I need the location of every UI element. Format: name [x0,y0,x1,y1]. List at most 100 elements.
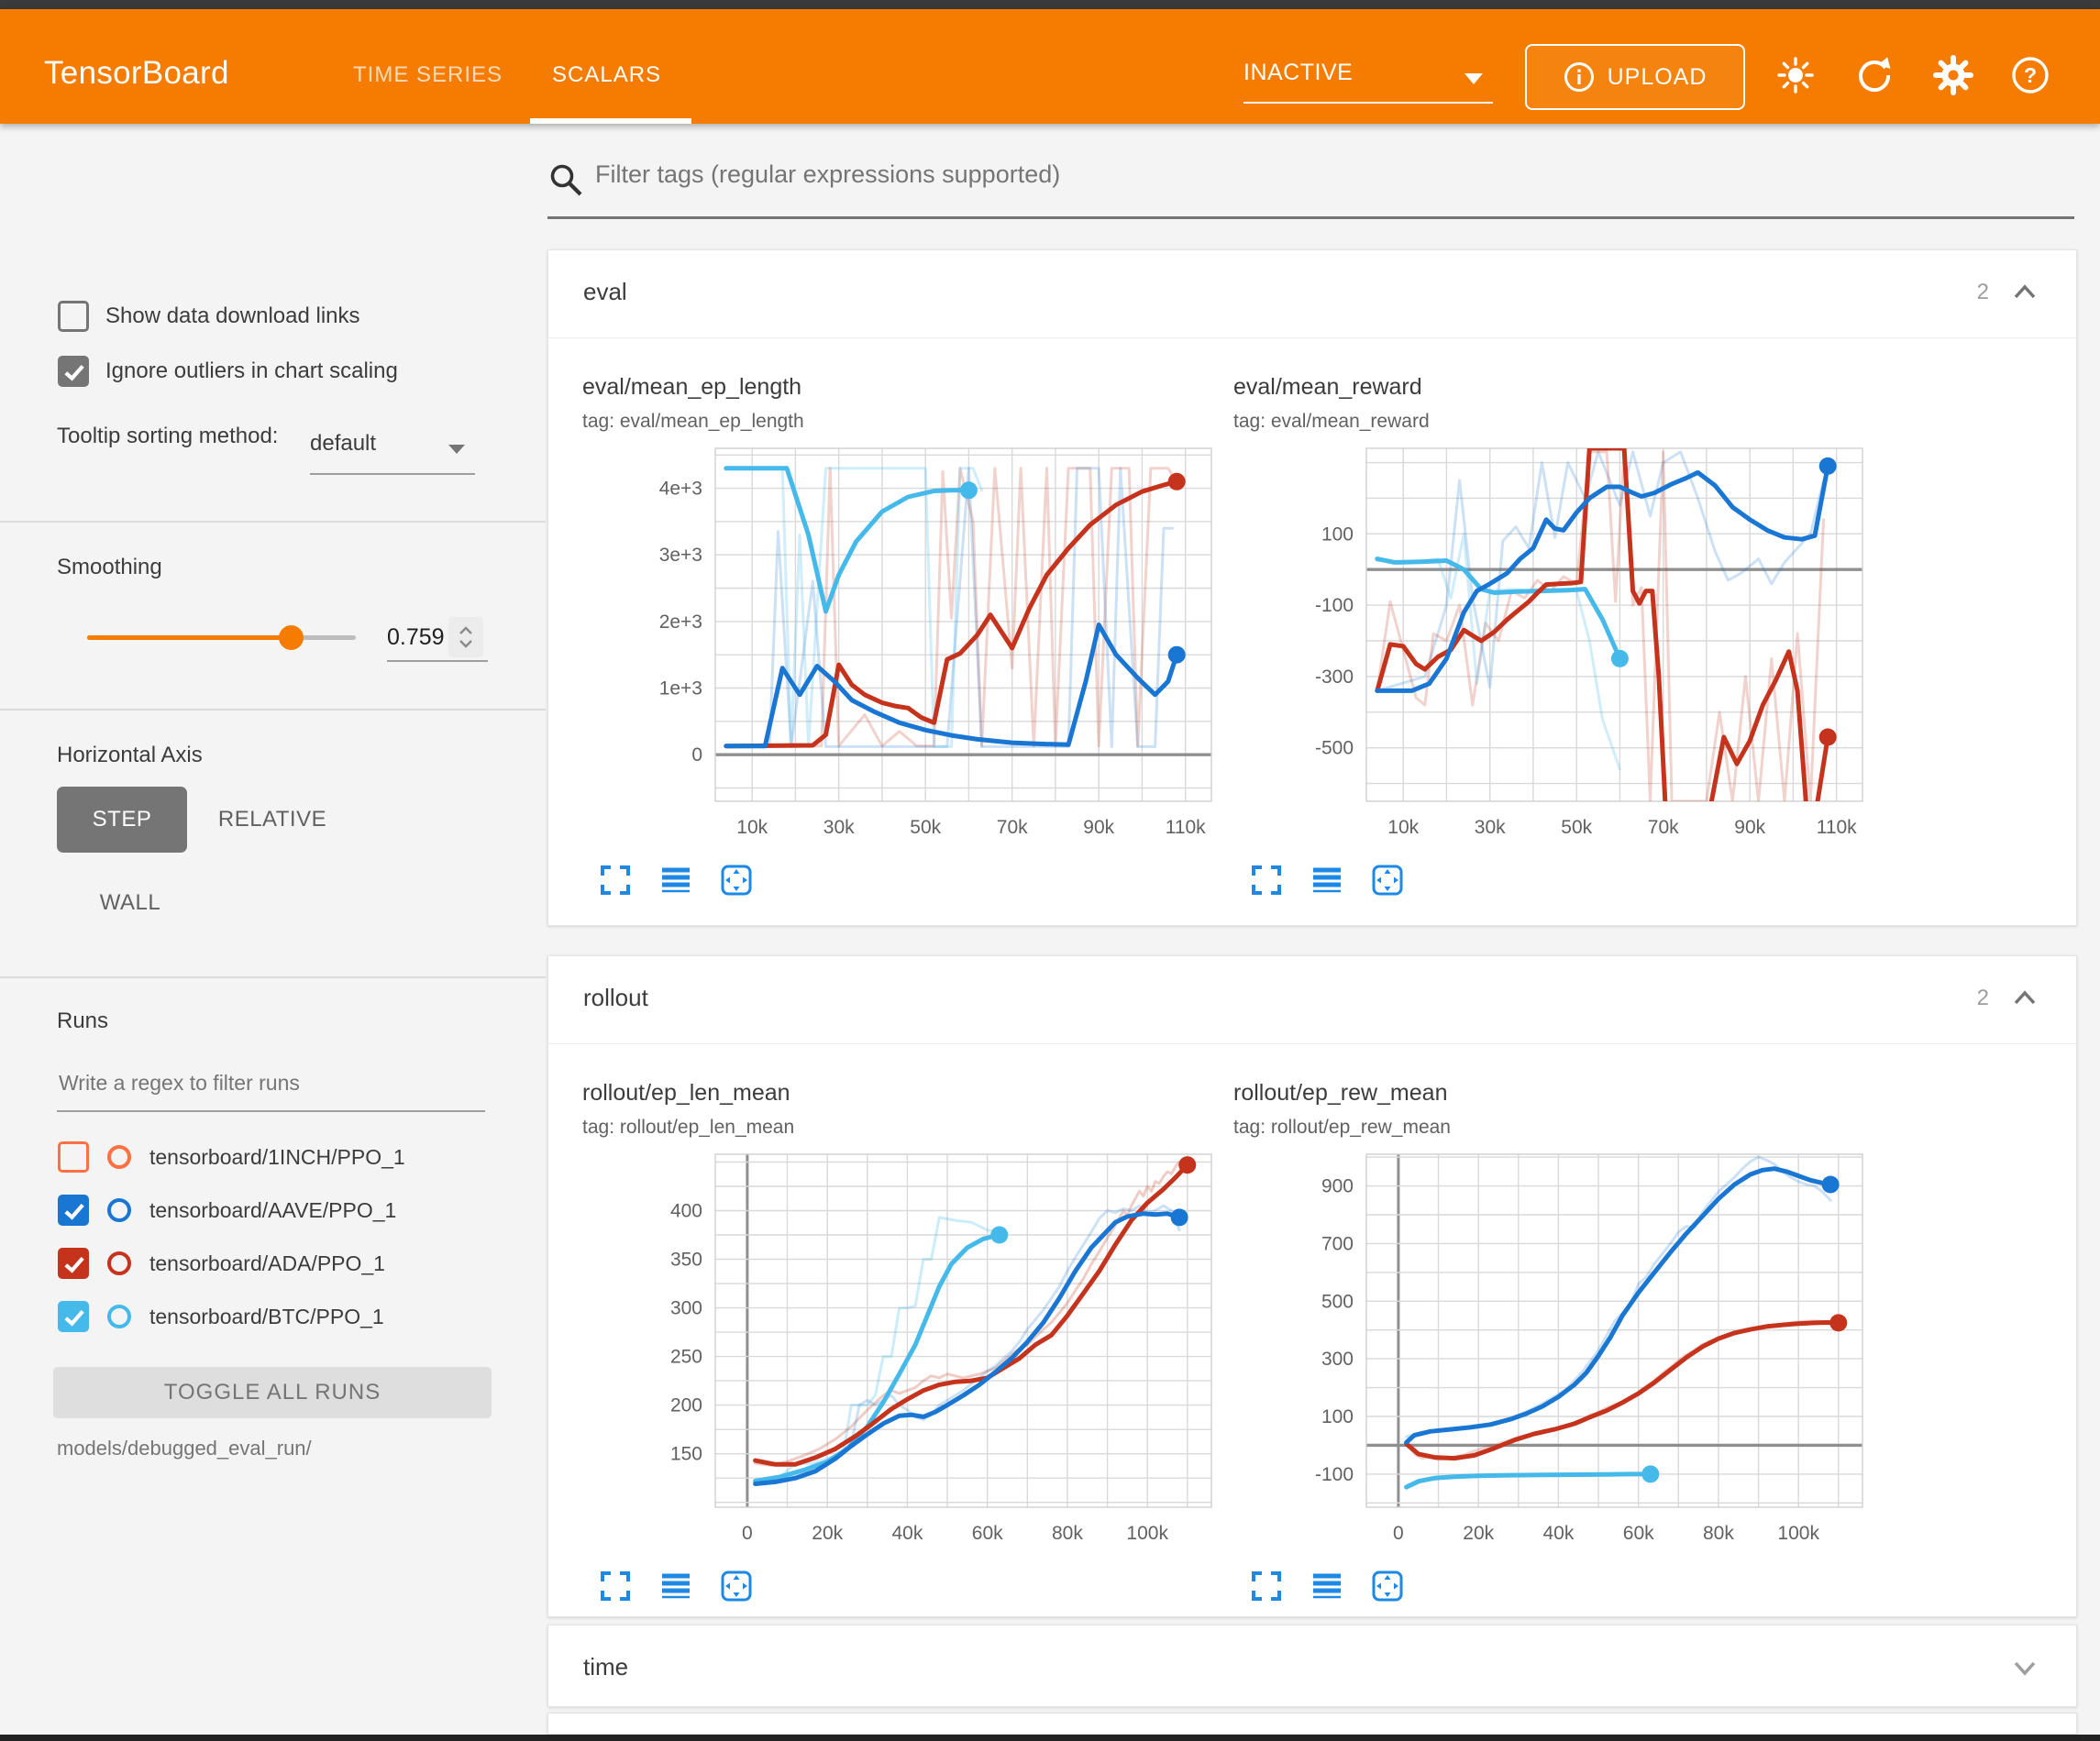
fit-domain-icon[interactable] [720,1570,753,1603]
run-checkbox[interactable] [58,1248,89,1279]
tooltip-sorting-dropdown[interactable]: default [310,431,480,473]
divider [0,709,546,711]
chevron-up-icon[interactable] [2012,987,2038,1009]
divider [0,976,546,978]
tab-time-series[interactable]: TIME SERIES [353,62,503,88]
run-row-1inch[interactable]: tensorboard/1INCH/PPO_1 [58,1130,535,1184]
show-download-links-checkbox[interactable] [58,301,89,332]
run-label: tensorboard/AAVE/PPO_1 [149,1198,396,1223]
axis-step-button[interactable]: STEP [57,787,187,853]
fullscreen-icon[interactable] [599,1570,632,1603]
status-dropdown[interactable]: INACTIVE [1243,60,1493,104]
chart-toolbar [599,1570,753,1603]
status-dropdown-underline [1243,102,1493,104]
fullscreen-icon[interactable] [1250,864,1283,897]
axis-wall-button[interactable]: WALL [84,876,176,931]
run-row-btc[interactable]: tensorboard/BTC/PPO_1 [58,1290,535,1343]
run-checkbox[interactable] [58,1195,89,1226]
next-section-card-partial [547,1713,2077,1735]
svg-text:40k: 40k [891,1523,923,1544]
svg-text:200: 200 [670,1395,702,1416]
fit-domain-icon[interactable] [1371,864,1404,897]
axis-relative-button[interactable]: RELATIVE [213,787,332,853]
settings-sidebar: Show data download links Ignore outliers… [0,124,546,1735]
tooltip-sorting-label: Tooltip sorting method: [57,422,304,451]
svg-text:150: 150 [670,1444,702,1465]
tab-scalars[interactable]: SCALARS [552,62,661,88]
chevron-up-icon[interactable] [2012,281,2038,303]
smoothing-slider-fill [87,635,291,640]
data-table-icon[interactable] [1310,1570,1343,1603]
chart-eval-mean-ep-length: eval/mean_ep_length tag: eval/mean_ep_le… [582,374,1215,906]
svg-text:40k: 40k [1542,1523,1574,1544]
svg-text:90k: 90k [1734,817,1765,838]
chevron-down-icon[interactable] [2012,1657,2038,1679]
run-row-aave[interactable]: tensorboard/AAVE/PPO_1 [58,1184,535,1237]
run-checkbox[interactable] [58,1301,89,1332]
chart-rollout-ep-rew-mean: rollout/ep_rew_mean tag: rollout/ep_rew_… [1233,1080,1866,1612]
chart-tag: tag: rollout/ep_len_mean [582,1117,794,1139]
section-card-time: time [547,1625,2077,1707]
chart-toolbar [1250,864,1404,897]
smoothing-slider[interactable] [87,635,356,640]
line-chart[interactable]: 100-100-300-50010k30k50k70k90k110k [1233,444,1866,847]
fit-domain-icon[interactable] [1371,1570,1404,1603]
chart-rollout-ep-len-mean: rollout/ep_len_mean tag: rollout/ep_len_… [582,1080,1215,1612]
tag-filter-input[interactable] [593,160,2028,190]
smoothing-value-underline [387,660,488,662]
chart-title: rollout/ep_len_mean [582,1080,790,1107]
show-download-links-label: Show data download links [105,303,360,329]
data-table-icon[interactable] [1310,864,1343,897]
line-chart[interactable]: 01e+32e+33e+34e+310k30k50k70k90k110k [582,444,1215,847]
svg-text:100: 100 [1321,1406,1354,1427]
brightness-icon[interactable] [1775,55,1816,95]
svg-text:-100: -100 [1315,595,1354,616]
run-row-ada[interactable]: tensorboard/ADA/PPO_1 [58,1237,535,1290]
svg-text:300: 300 [670,1298,702,1319]
show-download-links-row[interactable]: Show data download links [58,301,360,332]
stepper-up-icon[interactable] [459,626,473,635]
ignore-outliers-label: Ignore outliers in chart scaling [105,358,398,384]
toggle-all-runs-button[interactable]: TOGGLE ALL RUNS [53,1367,492,1418]
fullscreen-icon[interactable] [1250,1570,1283,1603]
upload-button[interactable]: UPLOAD [1525,44,1745,110]
ignore-outliers-checkbox[interactable] [58,356,89,387]
svg-text:500: 500 [1321,1291,1354,1312]
app-header: TensorBoard TIME SERIES SCALARS INACTIVE… [0,9,2100,124]
refresh-icon[interactable] [1854,55,1895,95]
data-table-icon[interactable] [659,864,692,897]
line-chart[interactable]: 150200250300350400020k40k60k80k100k [582,1150,1215,1553]
svg-text:60k: 60k [1623,1523,1654,1544]
chart-toolbar [599,864,753,897]
search-icon [547,161,584,198]
runs-base-path: models/debugged_eval_run/ [57,1437,312,1460]
section-header-time[interactable]: time [548,1625,2076,1708]
chart-toolbar [1250,1570,1404,1603]
chart-title: eval/mean_reward [1233,374,1422,401]
ignore-outliers-row[interactable]: Ignore outliers in chart scaling [58,356,398,387]
chart-tag: tag: eval/mean_ep_length [582,411,804,433]
svg-text:80k: 80k [1052,1523,1083,1544]
help-icon[interactable]: ? [2010,55,2050,95]
run-label: tensorboard/ADA/PPO_1 [149,1251,385,1276]
section-header-eval[interactable]: eval 2 [548,250,2076,338]
smoothing-value-box[interactable]: 0.759 [387,616,488,658]
stepper-down-icon[interactable] [459,639,473,648]
settings-gear-icon[interactable] [1933,55,1973,95]
run-checkbox[interactable] [58,1141,89,1173]
svg-text:0: 0 [691,744,702,766]
smoothing-slider-thumb[interactable] [279,625,304,650]
data-table-icon[interactable] [659,1570,692,1603]
smoothing-stepper[interactable] [448,617,483,657]
svg-text:90k: 90k [1083,817,1114,838]
run-color-ring [107,1305,131,1328]
fit-domain-icon[interactable] [720,864,753,897]
horizontal-axis-label: Horizontal Axis [57,743,203,768]
fullscreen-icon[interactable] [599,864,632,897]
svg-text:30k: 30k [1475,817,1506,838]
runs-filter-input[interactable] [57,1070,482,1096]
svg-text:0: 0 [1393,1523,1404,1544]
section-header-rollout[interactable]: rollout 2 [548,956,2076,1044]
svg-text:0: 0 [742,1523,753,1544]
line-chart[interactable]: -100100300500700900020k40k60k80k100k [1233,1150,1866,1553]
